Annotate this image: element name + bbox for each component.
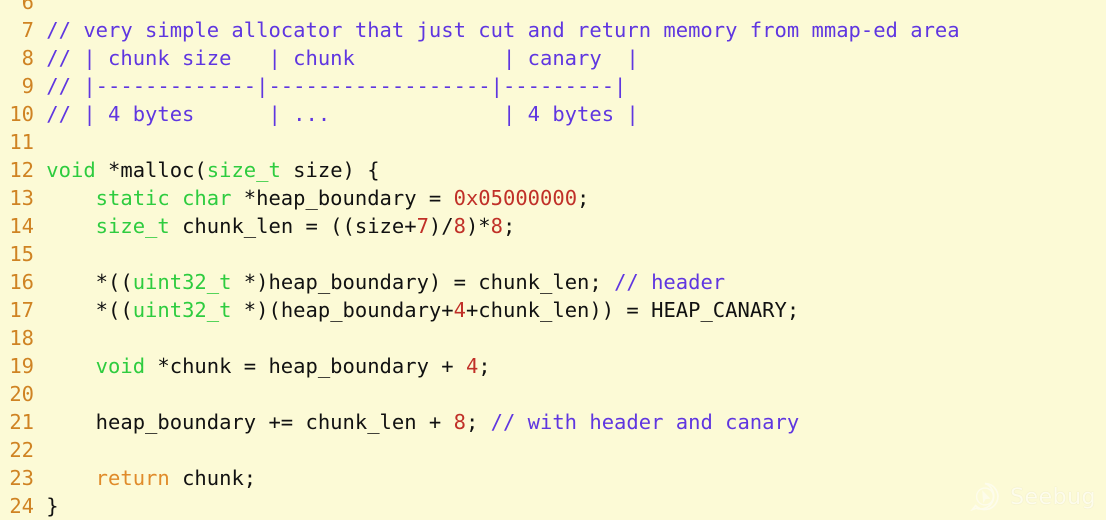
code-token-plain: )/ [428,214,454,238]
code-line[interactable]: 22 [0,436,1106,464]
code-line[interactable]: 23 return chunk; [0,464,1106,492]
line-number: 15 [9,242,34,266]
code-token-plain: *(( [46,298,133,322]
code-token-number: 8 [453,214,466,238]
line-number: 16 [9,270,34,294]
line-number: 14 [9,214,34,238]
line-number: 12 [9,158,34,182]
code-token-number: 4 [465,354,479,378]
line-number: 6 [21,0,34,14]
code-line[interactable]: 14 size_t chunk_len = ((size+7)/8)*8; [0,212,1106,240]
code-lines-container: 6 7 // very simple allocator that just cut… [0,0,1106,520]
code-token-keyword: void [95,354,146,378]
code-token-comment: // with header and canary [490,410,800,434]
code-token-comment: // | 4 bytes | ... | 4 bytes | [46,102,639,126]
line-content[interactable]: *((uint32_t *)heap_boundary) = chunk_len… [34,268,1106,296]
code-token-plain: ; [478,354,491,378]
code-line[interactable]: 9 // |-------------|------------------|--… [0,72,1106,100]
code-line[interactable]: 6 [0,0,1106,16]
line-number: 23 [9,466,34,490]
code-line[interactable]: 10 // | 4 bytes | ... | 4 bytes | [0,100,1106,128]
line-content[interactable]: static char *heap_boundary = 0x05000000; [34,184,1106,212]
code-line[interactable]: 18 [0,324,1106,352]
code-token-plain: *)(heap_boundary+ [231,298,454,322]
line-number: 8 [21,46,34,70]
code-token-return: return [95,466,170,490]
line-content[interactable]: } [34,492,1106,520]
code-viewer: 6 7 // very simple allocator that just cut… [0,0,1106,520]
code-token-plain: ; [465,410,491,434]
code-token-number: 0x05000000 [453,186,578,210]
code-token-plain: *)heap_boundary) = chunk_len; [231,270,615,294]
line-content[interactable]: // very simple allocator that just cut a… [34,16,1106,44]
code-token-number: 8 [453,410,466,434]
line-content[interactable]: // | chunk size | chunk | canary | [34,44,1106,72]
code-token-plain: *heap_boundary = [231,186,454,210]
code-token-plain: ; [577,186,590,210]
code-token-type: size_t [95,214,170,238]
line-content[interactable]: *((uint32_t *)(heap_boundary+4+chunk_len… [34,296,1106,324]
code-line[interactable]: 13 static char *heap_boundary = 0x050000… [0,184,1106,212]
code-line[interactable]: 8 // | chunk size | chunk | canary | [0,44,1106,72]
code-token-type: uint32_t [132,298,232,322]
code-token-plain: ; [502,214,516,238]
code-line[interactable]: 20 [0,380,1106,408]
line-content[interactable]: void *malloc(size_t size) { [34,156,1106,184]
code-token-comment: // | chunk size | chunk | canary | [46,46,639,70]
code-token-plain: *chunk = heap_boundary + [145,354,466,378]
code-line[interactable]: 16 *((uint32_t *)heap_boundary) = chunk_… [0,268,1106,296]
line-number: 9 [21,74,34,98]
code-token-keyword: void [46,158,96,182]
line-number: 21 [9,410,34,434]
code-line[interactable]: 7 // very simple allocator that just cut … [0,16,1106,44]
code-token-plain: *malloc( [95,158,207,182]
line-content[interactable]: return chunk; [34,464,1106,492]
code-token-type: size_t [206,158,281,182]
line-content[interactable]: void *chunk = heap_boundary + 4; [34,352,1106,380]
line-number: 10 [9,102,34,126]
line-number: 22 [9,438,34,462]
code-token-plain: chunk_len = ((size+ [169,214,417,238]
code-token-comment: // header [614,270,726,294]
code-token-comment: // very simple allocator that just cut a… [46,18,960,42]
code-token-plain: )* [465,214,491,238]
code-token-number: 4 [453,298,466,322]
line-number: 13 [9,186,34,210]
code-token-plain: chunk; [169,466,257,490]
line-number: 11 [9,130,34,154]
code-line[interactable]: 17 *((uint32_t *)(heap_boundary+4+chunk_… [0,296,1106,324]
line-content[interactable]: // |-------------|------------------|---… [34,72,1106,100]
code-line[interactable]: 12 void *malloc(size_t size) { [0,156,1106,184]
line-number: 19 [9,354,34,378]
code-line[interactable]: 15 [0,240,1106,268]
code-token-number: 7 [416,214,429,238]
code-token-plain: } [46,494,59,518]
line-number: 17 [9,298,34,322]
line-number: 7 [21,18,34,42]
line-number: 18 [9,326,34,350]
code-line[interactable]: 24} [0,492,1106,520]
code-line[interactable]: 11 [0,128,1106,156]
code-token-plain: *(( [46,270,133,294]
line-number: 20 [9,382,34,406]
code-token-plain: +chunk_len)) = HEAP_CANARY; [465,298,800,322]
code-line[interactable]: 19 void *chunk = heap_boundary + 4; [0,352,1106,380]
code-token-comment: // |-------------|------------------|---… [46,74,627,98]
code-token-type: uint32_t [132,270,232,294]
code-line[interactable]: 21 heap_boundary += chunk_len + 8; // wi… [0,408,1106,436]
line-content[interactable]: heap_boundary += chunk_len + 8; // with … [34,408,1106,436]
code-token-plain: size) { [280,158,380,182]
line-content[interactable]: size_t chunk_len = ((size+7)/8)*8; [34,212,1106,240]
code-token-keyword: static char [95,186,232,210]
code-token-plain: heap_boundary += chunk_len + [46,410,454,434]
code-token-number: 8 [490,214,503,238]
line-content[interactable]: // | 4 bytes | ... | 4 bytes | [34,100,1106,128]
line-number: 24 [9,494,34,518]
